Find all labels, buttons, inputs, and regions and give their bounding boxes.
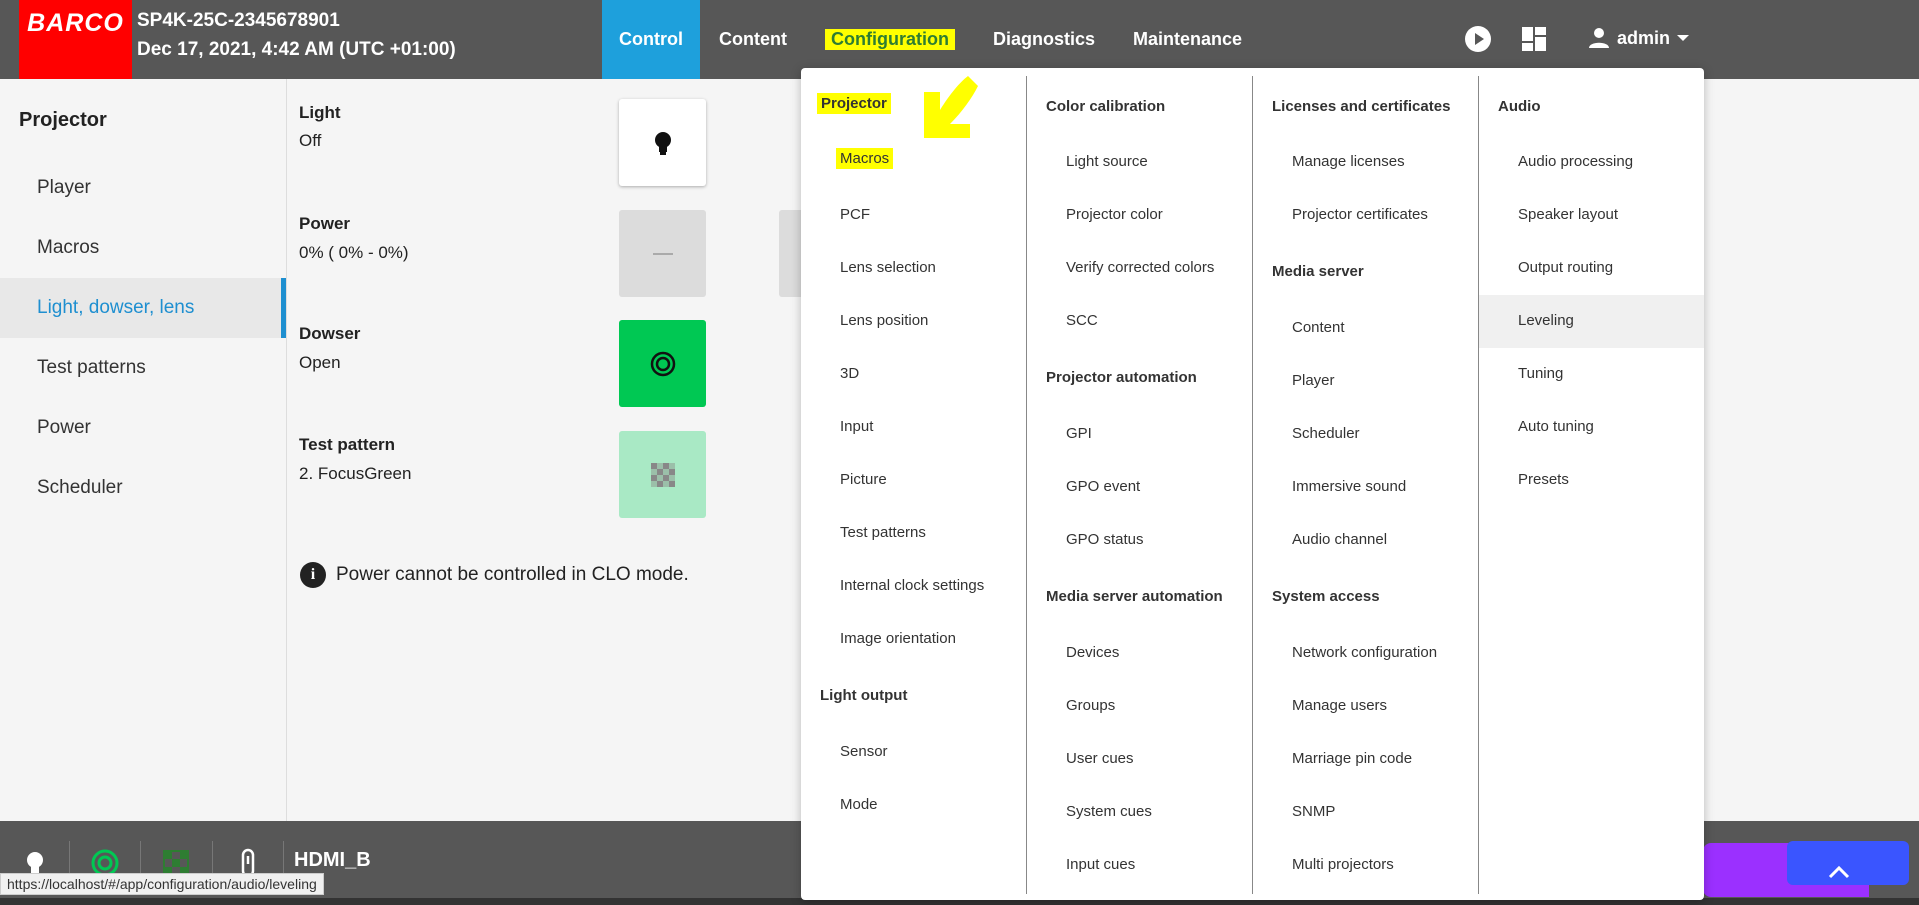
menu-item-audio-processing[interactable]: Audio processing bbox=[1518, 153, 1633, 170]
menu-item-input[interactable]: Input bbox=[840, 418, 873, 435]
menu-item-multi-projectors[interactable]: Multi projectors bbox=[1292, 856, 1394, 873]
nav-content[interactable]: Content bbox=[700, 0, 806, 79]
menu-item-gpi[interactable]: GPI bbox=[1066, 425, 1092, 442]
menu-item-groups[interactable]: Groups bbox=[1066, 697, 1115, 714]
menu-item-immersive-sound[interactable]: Immersive sound bbox=[1292, 478, 1406, 495]
light-toggle-button[interactable] bbox=[619, 99, 706, 186]
power-value: 0% ( 0% - 0%) bbox=[299, 243, 409, 262]
user-menu[interactable]: admin bbox=[1587, 26, 1690, 50]
menu-heading-audio[interactable]: Audio bbox=[1498, 98, 1541, 115]
menu-item-output-routing[interactable]: Output routing bbox=[1518, 259, 1613, 276]
menu-column-separator bbox=[1478, 76, 1479, 894]
menu-item-gpo-status[interactable]: GPO status bbox=[1066, 531, 1144, 548]
clo-info-message: i Power cannot be controlled in CLO mode… bbox=[300, 562, 689, 588]
menu-item-manage-users[interactable]: Manage users bbox=[1292, 697, 1387, 714]
menu-item-input-cues[interactable]: Input cues bbox=[1066, 856, 1135, 873]
menu-heading-media-server-automation[interactable]: Media server automation bbox=[1046, 588, 1223, 605]
lightbulb-icon bbox=[654, 131, 671, 155]
sidebar-title: Projector bbox=[19, 109, 107, 131]
menu-item-scc[interactable]: SCC bbox=[1066, 312, 1098, 329]
menu-item-network-configuration[interactable]: Network configuration bbox=[1292, 644, 1437, 661]
checkerboard-icon bbox=[650, 462, 675, 487]
menu-item-light-source[interactable]: Light source bbox=[1066, 153, 1148, 170]
test-pattern-value: 2. FocusGreen bbox=[299, 464, 412, 483]
menu-item-3d[interactable]: 3D bbox=[840, 365, 859, 382]
light-label: Light bbox=[299, 103, 341, 122]
sidebar-item-light-dowser-lens[interactable]: Light, dowser, lens bbox=[0, 278, 286, 338]
device-datetime: Dec 17, 2021, 4:42 AM (UTC +01:00) bbox=[137, 39, 456, 60]
menu-item-auto-tuning[interactable]: Auto tuning bbox=[1518, 418, 1594, 435]
dowser-value: Open bbox=[299, 353, 341, 372]
menu-heading-media-server[interactable]: Media server bbox=[1272, 263, 1364, 280]
menu-item-gpo-event[interactable]: GPO event bbox=[1066, 478, 1140, 495]
menu-item-projector-color[interactable]: Projector color bbox=[1066, 206, 1163, 223]
menu-item-speaker-layout[interactable]: Speaker layout bbox=[1518, 206, 1618, 223]
menu-column-separator bbox=[1252, 76, 1253, 894]
menu-heading-projector[interactable]: Projector bbox=[817, 93, 891, 114]
power-label: Power bbox=[299, 214, 351, 233]
menu-item-projector-certificates[interactable]: Projector certificates bbox=[1292, 206, 1428, 223]
menu-item-macros[interactable]: Macros bbox=[836, 148, 894, 169]
menu-item-content[interactable]: Content bbox=[1292, 319, 1345, 336]
nav-control[interactable]: Control bbox=[602, 0, 700, 79]
menu-item-leveling[interactable]: Leveling bbox=[1518, 312, 1574, 329]
configuration-dropdown: Projector Macros PCF Lens selection Lens… bbox=[801, 68, 1704, 900]
sidebar-item-test-patterns[interactable]: Test patterns bbox=[0, 338, 286, 398]
menu-item-system-cues[interactable]: System cues bbox=[1066, 803, 1152, 820]
menu-heading-light-output[interactable]: Light output bbox=[820, 687, 907, 704]
link-url-tooltip: https://localhost/#/app/configuration/au… bbox=[0, 873, 324, 895]
play-icon[interactable] bbox=[1464, 25, 1492, 53]
menu-item-scheduler[interactable]: Scheduler bbox=[1292, 425, 1360, 442]
caret-down-icon bbox=[1677, 35, 1690, 41]
test-pattern-button[interactable] bbox=[619, 431, 706, 518]
menu-item-marriage-pin-code[interactable]: Marriage pin code bbox=[1292, 750, 1412, 767]
menu-item-audio-channel[interactable]: Audio channel bbox=[1292, 531, 1387, 548]
menu-item-image-orientation[interactable]: Image orientation bbox=[840, 630, 956, 647]
sidebar-item-player[interactable]: Player bbox=[0, 158, 286, 218]
menu-item-lens-position[interactable]: Lens position bbox=[840, 312, 928, 329]
menu-item-lens-selection[interactable]: Lens selection bbox=[840, 259, 936, 276]
menu-item-presets[interactable]: Presets bbox=[1518, 471, 1569, 488]
sidebar-item-power[interactable]: Power bbox=[0, 398, 286, 458]
menu-item-manage-licenses[interactable]: Manage licenses bbox=[1292, 153, 1405, 170]
annotation-arrow-icon bbox=[924, 76, 978, 138]
menu-hover-highlight bbox=[1479, 295, 1704, 348]
menu-item-internal-clock-settings[interactable]: Internal clock settings bbox=[840, 577, 984, 594]
menu-item-snmp[interactable]: SNMP bbox=[1292, 803, 1335, 820]
menu-item-devices[interactable]: Devices bbox=[1066, 644, 1119, 661]
menu-item-user-cues[interactable]: User cues bbox=[1066, 750, 1134, 767]
sidebar-item-macros[interactable]: Macros bbox=[0, 218, 286, 278]
dashboard-icon[interactable] bbox=[1520, 25, 1548, 53]
power-decrease-button[interactable] bbox=[619, 210, 706, 297]
menu-heading-color-calibration[interactable]: Color calibration bbox=[1046, 98, 1165, 115]
sidebar: Projector Player Macros Light, dowser, l… bbox=[0, 79, 287, 821]
menu-item-player[interactable]: Player bbox=[1292, 372, 1335, 389]
menu-heading-system-access[interactable]: System access bbox=[1272, 588, 1380, 605]
test-pattern-label: Test pattern bbox=[299, 435, 396, 454]
dowser-label: Dowser bbox=[299, 324, 361, 343]
menu-heading-licenses-and-certificates[interactable]: Licenses and certificates bbox=[1272, 98, 1450, 115]
menu-heading-projector-automation[interactable]: Projector automation bbox=[1046, 369, 1197, 386]
menu-item-sensor[interactable]: Sensor bbox=[840, 743, 888, 760]
device-name: SP4K-25C-2345678901 bbox=[137, 10, 340, 31]
menu-item-mode[interactable]: Mode bbox=[840, 796, 878, 813]
menu-item-picture[interactable]: Picture bbox=[840, 471, 887, 488]
barco-logo[interactable]: BARCO bbox=[19, 0, 132, 79]
menu-item-tuning[interactable]: Tuning bbox=[1518, 365, 1563, 382]
user-icon bbox=[1589, 28, 1609, 48]
dowser-toggle-button[interactable] bbox=[619, 320, 706, 407]
light-value: Off bbox=[299, 131, 322, 150]
sidebar-item-scheduler[interactable]: Scheduler bbox=[0, 458, 286, 518]
menu-item-verify-corrected-colors[interactable]: Verify corrected colors bbox=[1066, 259, 1214, 276]
menu-column-separator bbox=[1026, 76, 1027, 894]
dowser-open-icon bbox=[650, 351, 675, 376]
status-source: HDMI_B bbox=[294, 849, 371, 871]
chevron-up-icon[interactable] bbox=[1810, 855, 1868, 889]
info-icon: i bbox=[300, 562, 326, 588]
menu-item-test-patterns[interactable]: Test patterns bbox=[840, 524, 926, 541]
minus-icon bbox=[652, 252, 673, 255]
menu-item-pcf[interactable]: PCF bbox=[840, 206, 870, 223]
